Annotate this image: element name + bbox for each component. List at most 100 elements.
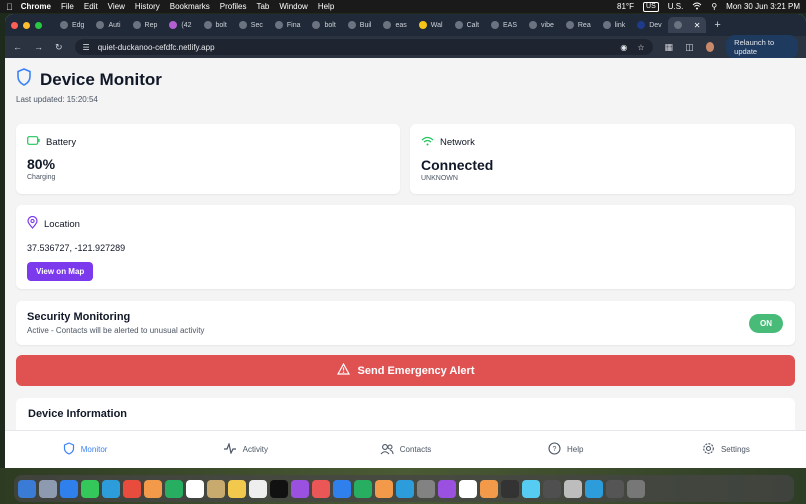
google-icon <box>602 21 611 29</box>
close-tab-icon[interactable]: ✕ <box>694 21 701 30</box>
browser-tab[interactable]: (42 <box>163 17 197 33</box>
tab-label: Calt <box>466 21 480 29</box>
news-icon[interactable] <box>312 479 330 498</box>
notes-icon[interactable] <box>207 479 225 498</box>
photos-icon[interactable] <box>144 479 162 498</box>
bookmark-star-icon[interactable]: ☆ <box>637 43 644 52</box>
browser-tab[interactable]: Edg <box>54 17 90 33</box>
menu-file[interactable]: File <box>61 2 74 11</box>
safari-icon[interactable] <box>60 479 78 498</box>
nav-item-settings[interactable]: Settings <box>646 442 806 457</box>
menu-window[interactable]: Window <box>279 2 307 11</box>
browser-tab[interactable]: link <box>597 17 632 33</box>
avatar[interactable] <box>705 42 715 52</box>
search-icon[interactable]: ⚲ <box>711 2 717 11</box>
browser-tab[interactable]: Rep <box>127 17 164 33</box>
browser-tab[interactable]: vibe <box>523 17 560 33</box>
apple-icon[interactable]:  <box>6 2 13 12</box>
browser-tab[interactable]: bolt <box>306 17 341 33</box>
stickies-icon[interactable] <box>228 479 246 498</box>
new-tab-button[interactable]: + <box>714 19 720 31</box>
browser-tab[interactable]: Auti <box>90 17 126 33</box>
site-settings-icon[interactable]: ☰ <box>83 43 90 52</box>
app-icon[interactable] <box>543 479 561 498</box>
menu-tab[interactable]: Tab <box>256 2 269 11</box>
chrome-icon[interactable] <box>459 479 477 498</box>
menu-bookmarks[interactable]: Bookmarks <box>170 2 210 11</box>
url-actions: ◉ ☆ <box>620 43 644 52</box>
menu-view[interactable]: View <box>108 2 125 11</box>
device-info-card: Device Information <box>16 398 795 430</box>
users-icon <box>380 443 394 457</box>
messages-icon[interactable] <box>81 479 99 498</box>
browser-tab[interactable]: bolt <box>198 17 233 33</box>
tab-favicon <box>418 21 427 29</box>
app-icon[interactable] <box>438 479 456 498</box>
window-controls <box>11 21 42 29</box>
numbers-icon[interactable] <box>354 479 372 498</box>
location-icon[interactable]: ◉ <box>620 43 627 52</box>
finder-icon[interactable] <box>18 479 36 498</box>
menu-history[interactable]: History <box>135 2 160 11</box>
terminal-icon[interactable] <box>501 479 519 498</box>
mail-icon[interactable] <box>102 479 120 498</box>
app-icon[interactable] <box>522 479 540 498</box>
extensions-icon[interactable]: ▦ <box>665 42 674 53</box>
send-emergency-alert-button[interactable]: Send Emergency Alert <box>16 355 795 386</box>
nav-item-activity[interactable]: Activity <box>165 441 325 456</box>
relaunch-button[interactable]: Relaunch to update <box>726 35 798 59</box>
reminders-icon[interactable] <box>249 479 267 498</box>
browser-tab[interactable]: EAS <box>485 17 523 33</box>
forward-icon[interactable]: → <box>34 42 43 52</box>
security-toggle[interactable]: ON <box>749 314 783 333</box>
music-icon[interactable] <box>123 479 141 498</box>
menu-profiles[interactable]: Profiles <box>220 2 247 11</box>
calendar-icon[interactable] <box>186 479 204 498</box>
app-icon[interactable] <box>480 479 498 498</box>
nav-item-monitor[interactable]: Monitor <box>5 442 165 457</box>
browser-tab[interactable]: eas <box>377 17 412 33</box>
launchpad-icon[interactable] <box>39 479 57 498</box>
tab-label: (42 <box>181 21 192 29</box>
downloads-icon[interactable] <box>606 479 624 498</box>
menu-help[interactable]: Help <box>318 2 334 11</box>
browser-tab[interactable]: Rea <box>560 17 597 33</box>
reload-icon[interactable]: ↻ <box>55 42 63 53</box>
view-on-map-button[interactable]: View on Map <box>27 262 94 281</box>
browser-tab[interactable]: Calt <box>449 17 485 33</box>
app-icon[interactable] <box>564 479 582 498</box>
trash-icon[interactable] <box>627 479 645 498</box>
tab-label: Buil <box>359 21 372 29</box>
facetime-icon[interactable] <box>165 479 183 498</box>
minimize-window-button[interactable] <box>23 21 30 29</box>
browser-tab-active[interactable]: ✕ <box>667 17 707 33</box>
browser-tab[interactable]: Dev <box>631 17 667 33</box>
app-icon[interactable] <box>585 479 603 498</box>
shield-icon <box>63 442 75 457</box>
pages-icon[interactable] <box>375 479 393 498</box>
url-field[interactable]: ☰ quiet-duckanoo-cefdfc.netlify.app ◉ ☆ <box>74 39 653 55</box>
wifi-icon[interactable] <box>692 2 702 12</box>
datetime[interactable]: Mon 30 Jun 3:21 PM <box>726 2 800 11</box>
browser-tab[interactable]: Wal <box>413 17 449 33</box>
close-window-button[interactable] <box>11 21 18 29</box>
tab-favicon <box>454 21 463 29</box>
menu-edit[interactable]: Edit <box>84 2 98 11</box>
browser-tab[interactable]: Fina <box>269 17 307 33</box>
browser-tab[interactable]: Sec <box>233 17 269 33</box>
weather-indicator[interactable]: 81°F <box>617 2 634 11</box>
nav-item-help[interactable]: ? Help <box>486 442 646 457</box>
menu-app-name[interactable]: Chrome <box>21 2 51 11</box>
tv-icon[interactable] <box>270 479 288 498</box>
back-icon[interactable]: ← <box>13 42 22 52</box>
nav-item-contacts[interactable]: Contacts <box>325 443 485 457</box>
app-store-icon[interactable] <box>396 479 414 498</box>
keynote-icon[interactable] <box>333 479 351 498</box>
zoom-window-button[interactable] <box>35 21 42 29</box>
browser-tab[interactable]: Buil <box>342 17 378 33</box>
input-source-badge[interactable]: US <box>643 1 659 12</box>
podcasts-icon[interactable] <box>291 479 309 498</box>
nav-label: Help <box>566 445 584 454</box>
side-panel-icon[interactable]: ◫ <box>685 42 694 53</box>
system-settings-icon[interactable] <box>417 479 435 498</box>
